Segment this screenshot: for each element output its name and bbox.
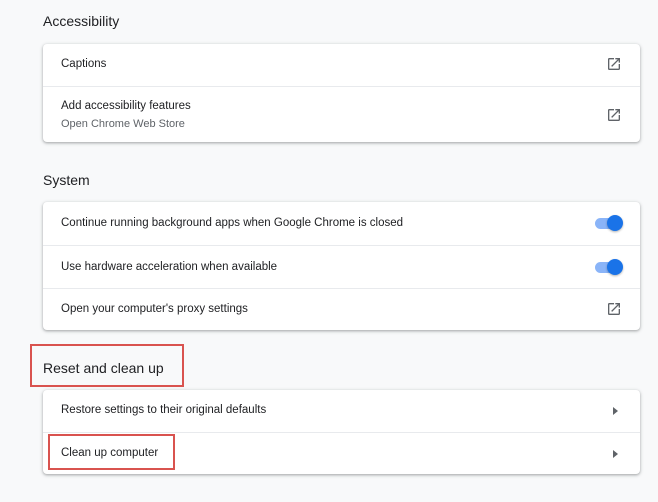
- captions-label: Captions: [61, 58, 107, 70]
- hardware-acceleration-toggle[interactable]: [595, 259, 623, 275]
- captions-row[interactable]: Captions: [43, 44, 640, 86]
- restore-defaults-label: Restore settings to their original defau…: [61, 404, 267, 416]
- add-accessibility-features-row[interactable]: Add accessibility features Open Chrome W…: [43, 86, 640, 142]
- open-in-new-icon[interactable]: [606, 107, 622, 123]
- toggle-knob: [607, 215, 623, 231]
- hardware-acceleration-row[interactable]: Use hardware acceleration when available: [43, 245, 640, 288]
- reset-card: Restore settings to their original defau…: [43, 390, 640, 474]
- open-chrome-web-store-sublabel: Open Chrome Web Store: [61, 118, 185, 130]
- clean-up-computer-label: Clean up computer: [61, 447, 159, 459]
- clean-up-computer-row[interactable]: Clean up computer: [43, 432, 640, 474]
- open-in-new-icon[interactable]: [606, 301, 622, 317]
- proxy-settings-row[interactable]: Open your computer's proxy settings: [43, 288, 640, 330]
- reset-section-title: Reset and clean up: [43, 360, 164, 376]
- background-apps-toggle[interactable]: [595, 215, 623, 231]
- add-accessibility-features-label: Add accessibility features: [61, 100, 191, 112]
- accessibility-section-title: Accessibility: [43, 13, 120, 29]
- proxy-settings-label: Open your computer's proxy settings: [61, 303, 248, 315]
- system-section-title: System: [43, 172, 90, 188]
- background-apps-label: Continue running background apps when Go…: [61, 217, 404, 229]
- arrow-right-icon: [613, 407, 618, 415]
- hardware-acceleration-label: Use hardware acceleration when available: [61, 261, 278, 273]
- open-in-new-icon[interactable]: [606, 56, 622, 72]
- system-card: Continue running background apps when Go…: [43, 202, 640, 330]
- arrow-right-icon: [613, 450, 618, 458]
- toggle-knob: [607, 259, 623, 275]
- accessibility-card: Captions Add accessibility features Open…: [43, 44, 640, 142]
- background-apps-row[interactable]: Continue running background apps when Go…: [43, 202, 640, 245]
- restore-defaults-row[interactable]: Restore settings to their original defau…: [43, 390, 640, 432]
